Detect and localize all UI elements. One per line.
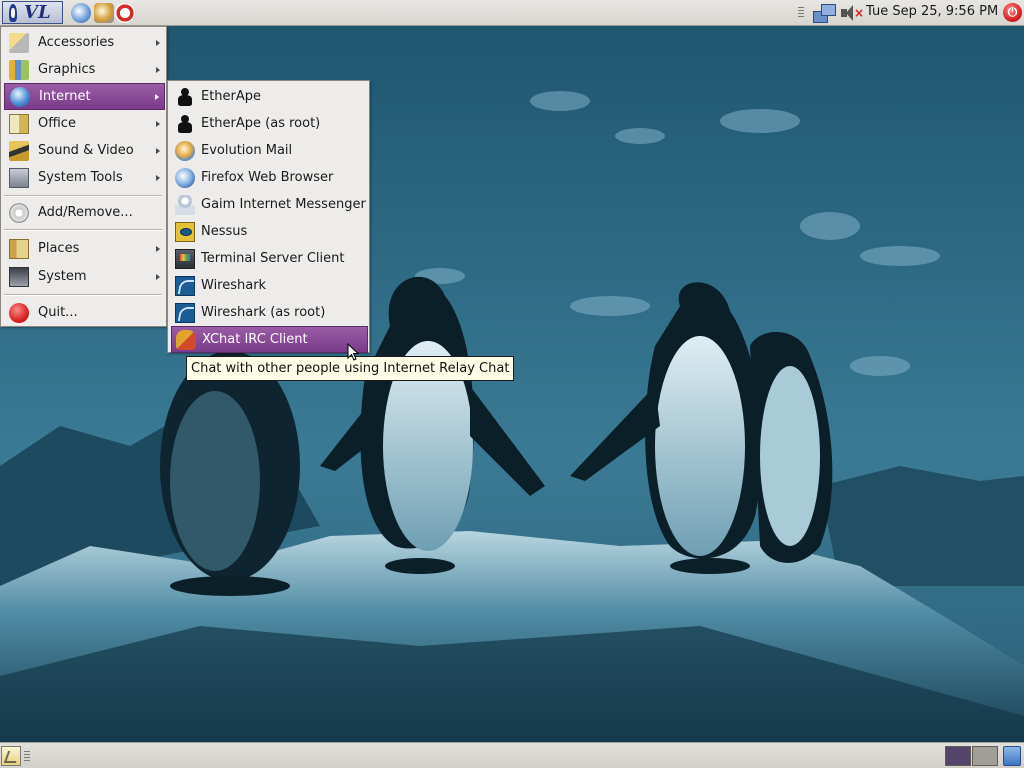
submenu-arrow-icon (156, 147, 160, 154)
accessories-icon (9, 32, 29, 53)
nessus-icon (175, 221, 195, 242)
wireshark-icon (175, 275, 195, 296)
workspace-2-button[interactable] (972, 746, 998, 766)
system-tools-icon (9, 167, 29, 188)
menu-item-label: Firefox Web Browser (201, 170, 334, 185)
menu-item-label: Graphics (38, 62, 96, 77)
menu-item-xchat[interactable]: XChat IRC Client (171, 326, 368, 353)
sound-video-icon (9, 140, 29, 161)
workspace-1-button[interactable] (945, 746, 971, 766)
menu-item-internet[interactable]: Internet (4, 83, 165, 110)
applications-menu: Accessories Graphics Internet Office Sou… (0, 26, 167, 327)
mouse-pointer-icon (347, 343, 359, 361)
menu-item-label: Wireshark (as root) (201, 305, 326, 320)
network-status-icon[interactable] (813, 3, 836, 23)
trash-icon[interactable] (1003, 746, 1021, 766)
panel-drag-handle[interactable] (798, 7, 804, 19)
submenu-arrow-icon (155, 93, 159, 100)
xchat-icon (176, 329, 196, 350)
menu-item-sound-video[interactable]: Sound & Video (4, 137, 165, 164)
menu-item-system-tools[interactable]: System Tools (4, 164, 165, 191)
evolution-launcher-icon[interactable] (94, 3, 114, 23)
menu-item-etherape-root[interactable]: EtherApe (as root) (171, 110, 368, 137)
menu-item-etherape[interactable]: EtherApe (171, 83, 368, 110)
tsclient-icon (175, 248, 195, 269)
etherape-icon (175, 114, 195, 134)
internet-submenu: EtherApe EtherApe (as root) Evolution Ma… (167, 80, 370, 353)
menu-item-quit[interactable]: Quit... (4, 299, 165, 326)
menu-separator (4, 195, 162, 197)
add-remove-icon (9, 202, 29, 223)
menu-item-label: Add/Remove... (38, 205, 133, 220)
menu-item-label: Evolution Mail (201, 143, 293, 158)
menu-item-label: Terminal Server Client (201, 251, 345, 266)
menu-item-wireshark-root[interactable]: Wireshark (as root) (171, 299, 368, 326)
quit-icon (9, 302, 29, 323)
menu-item-places[interactable]: Places (4, 235, 165, 262)
menu-item-wireshark[interactable]: Wireshark (171, 272, 368, 299)
menu-item-accessories[interactable]: Accessories (4, 29, 165, 56)
gaim-icon (175, 194, 195, 215)
volume-muted-icon[interactable]: × (841, 4, 864, 22)
menu-item-label: Gaim Internet Messenger (201, 197, 366, 212)
submenu-arrow-icon (156, 273, 160, 280)
graphics-icon (9, 59, 29, 80)
menu-item-label: Nessus (201, 224, 248, 239)
menu-item-label: System Tools (38, 170, 123, 185)
vl-logo-text: VL (24, 2, 51, 23)
office-icon (9, 113, 29, 134)
submenu-arrow-icon (156, 120, 160, 127)
menu-item-label: Wireshark (201, 278, 267, 293)
menu-item-office[interactable]: Office (4, 110, 165, 137)
menu-item-label: Office (38, 116, 76, 131)
menu-item-label: EtherApe (201, 89, 262, 104)
menu-item-label: System (38, 269, 87, 284)
submenu-arrow-icon (156, 174, 160, 181)
menu-item-graphics[interactable]: Graphics (4, 56, 165, 83)
panel-drag-handle[interactable] (24, 751, 30, 763)
menu-item-nessus[interactable]: Nessus (171, 218, 368, 245)
menu-item-label: Internet (39, 89, 91, 104)
menu-item-add-remove[interactable]: Add/Remove... (4, 199, 165, 226)
system-icon (9, 266, 29, 287)
firefox-icon (175, 167, 195, 188)
etherape-icon (175, 87, 195, 107)
menu-item-firefox[interactable]: Firefox Web Browser (171, 164, 368, 191)
show-desktop-icon[interactable] (1, 746, 21, 766)
top-panel: VL × Tue Sep 25, 9:56 PM ⏻ (0, 0, 1024, 26)
menu-item-system[interactable]: System (4, 263, 165, 290)
menu-item-gaim[interactable]: Gaim Internet Messenger (171, 191, 368, 218)
menu-item-label: Accessories (38, 35, 115, 50)
bottom-panel (0, 742, 1024, 768)
menu-separator (4, 294, 162, 296)
wireshark-icon (175, 302, 195, 323)
menu-item-label: EtherApe (as root) (201, 116, 321, 131)
firefox-launcher-icon[interactable] (71, 3, 91, 23)
menu-item-terminal-server-client[interactable]: Terminal Server Client (171, 245, 368, 272)
internet-icon (10, 86, 30, 107)
power-icon[interactable]: ⏻ (1003, 3, 1022, 22)
menu-item-label: XChat IRC Client (202, 332, 308, 347)
submenu-arrow-icon (156, 245, 160, 252)
clock[interactable]: Tue Sep 25, 9:56 PM (866, 4, 998, 19)
evolution-icon (175, 140, 195, 161)
menu-item-evolution-mail[interactable]: Evolution Mail (171, 137, 368, 164)
vector-linux-logo-icon (6, 3, 20, 22)
submenu-arrow-icon (156, 66, 160, 73)
places-icon (9, 238, 29, 259)
submenu-arrow-icon (156, 39, 160, 46)
vl-menu-button[interactable]: VL (2, 1, 63, 24)
menu-item-label: Sound & Video (38, 143, 134, 158)
menu-item-label: Places (38, 241, 80, 256)
help-launcher-icon[interactable] (115, 3, 135, 23)
menu-separator (4, 229, 162, 231)
menu-item-label: Quit... (38, 305, 78, 320)
